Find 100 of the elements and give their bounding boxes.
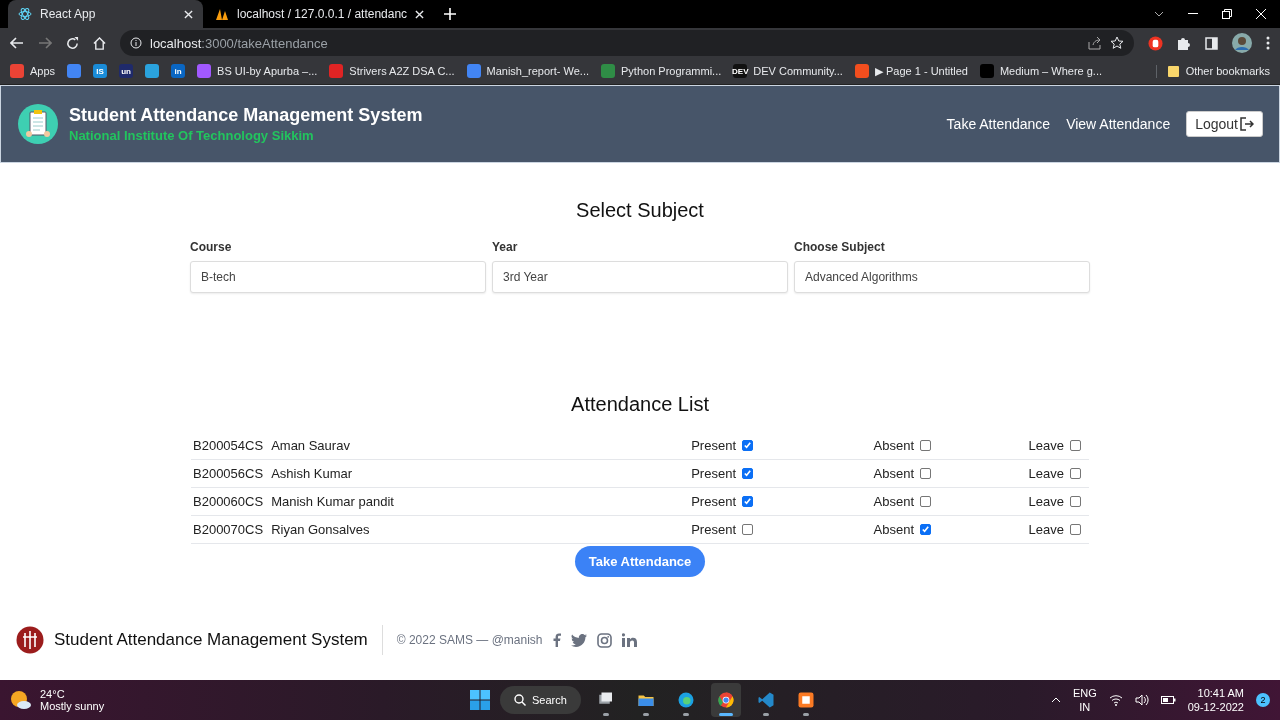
browser-tab[interactable]: React App [8, 0, 203, 28]
checkbox[interactable] [1070, 468, 1081, 479]
search-icon [514, 694, 526, 706]
option-label: Leave [1028, 438, 1064, 453]
checkbox[interactable] [920, 440, 931, 451]
language-indicator[interactable]: ENG IN [1072, 686, 1097, 714]
bookmark[interactable]: Strivers A2Z DSA C... [329, 64, 455, 78]
student-name: Aman Saurav [271, 438, 350, 453]
option-label: Present [691, 466, 736, 481]
checkbox[interactable] [920, 468, 931, 479]
emblem-icon [16, 626, 44, 654]
option-label: Leave [1028, 522, 1064, 537]
logout-button[interactable]: Logout [1186, 111, 1263, 137]
option-label: Present [691, 494, 736, 509]
section-heading: Select Subject [576, 199, 704, 222]
notification-badge[interactable]: 2 [1256, 693, 1270, 707]
address-bar[interactable]: localhost:3000/takeAttendance [120, 30, 1134, 56]
option-label: Leave [1028, 494, 1064, 509]
back-icon[interactable] [10, 37, 24, 49]
close-icon[interactable] [184, 9, 193, 19]
checkbox[interactable] [742, 440, 753, 451]
weather-widget[interactable]: 24°C Mostly sunny [10, 688, 105, 712]
bookmark-icon[interactable] [67, 64, 82, 78]
app-title: Student Attendance Management System [69, 105, 423, 126]
share-icon[interactable] [1088, 36, 1102, 50]
new-tab-icon[interactable] [444, 8, 457, 20]
weather-condition: Mostly sunny [40, 700, 105, 712]
copyright-text: © 2022 SAMS — @manish [396, 633, 543, 647]
checkbox[interactable] [1070, 524, 1081, 535]
search-button[interactable]: Search [500, 686, 581, 714]
favicon-icon: DEV [733, 64, 748, 78]
roll-number: B200054CS [193, 438, 264, 453]
clipboard-icon [17, 103, 59, 145]
twitter-icon[interactable] [570, 633, 587, 647]
browser-tab[interactable]: localhost / 127.0.0.1 / attendanc [205, 0, 435, 28]
facebook-icon[interactable] [552, 633, 561, 647]
take-attendance-button[interactable]: Take Attendance [574, 546, 706, 577]
bookmark-icon[interactable]: IS [93, 64, 108, 78]
bookmark-icon[interactable] [145, 64, 160, 78]
option-label: Present [691, 522, 736, 537]
roll-number: B200056CS [193, 466, 264, 481]
checkbox[interactable] [742, 496, 753, 507]
roll-number: B200070CS [193, 522, 264, 537]
logout-icon [1240, 117, 1254, 131]
bookmark[interactable]: Python Programmi... [601, 64, 722, 78]
star-icon[interactable] [1110, 36, 1124, 50]
speaker-icon[interactable] [1134, 694, 1149, 706]
chevron-down-icon[interactable] [1154, 11, 1164, 17]
clock[interactable]: 10:41 AM 09-12-2022 [1187, 686, 1244, 714]
field-label: Year [492, 240, 519, 254]
folder-icon [1166, 64, 1180, 78]
input-field[interactable]: B-tech [190, 261, 486, 293]
input-field[interactable]: 3rd Year [492, 261, 788, 293]
linkedin-icon[interactable] [621, 633, 637, 647]
close-icon[interactable] [415, 9, 425, 19]
checkbox[interactable] [1070, 496, 1081, 507]
bookmark[interactable]: Manish_report- We... [466, 64, 589, 78]
puzzle-icon[interactable] [1177, 36, 1191, 50]
student-name: Ashish Kumar [271, 466, 353, 481]
atom-icon [18, 7, 32, 21]
bookmark-icon[interactable]: un [119, 64, 134, 78]
reload-icon[interactable] [66, 36, 79, 50]
field-label: Course [190, 240, 233, 254]
bookmark[interactable]: BS UI-by Apurba –... [197, 64, 318, 78]
option-label: Absent [873, 494, 914, 509]
sun-cloud-icon [10, 690, 32, 710]
checkbox[interactable] [920, 524, 931, 535]
forward-icon[interactable] [38, 37, 52, 49]
start-icon[interactable] [470, 690, 490, 710]
info-icon [130, 37, 142, 49]
bookmark[interactable]: DEV DEV Community... [733, 64, 843, 78]
checkbox[interactable] [1070, 440, 1081, 451]
input-field[interactable]: Advanced Algorithms [794, 261, 1090, 293]
nav-link[interactable]: Take Attendance [946, 116, 1051, 132]
student-name: Manish Kumar pandit [271, 494, 394, 509]
bookmark-icon[interactable]: in [171, 64, 186, 78]
checkbox[interactable] [742, 524, 753, 535]
section-heading: Attendance List [571, 393, 709, 416]
side-panel-icon[interactable] [1205, 36, 1218, 50]
home-icon[interactable] [93, 36, 106, 50]
bookmark[interactable]: Other bookmarks [1155, 64, 1270, 78]
battery-icon[interactable] [1160, 695, 1176, 705]
chevron-up-icon[interactable] [1050, 697, 1061, 703]
instagram-icon[interactable] [596, 632, 612, 648]
avatar-icon[interactable] [1232, 33, 1252, 53]
bookmark[interactable]: Apps [10, 64, 56, 78]
checkbox[interactable] [920, 496, 931, 507]
checkbox[interactable] [742, 468, 753, 479]
more-icon[interactable] [1266, 36, 1270, 50]
bookmark[interactable]: ▶ Page 1 - Untitled [854, 64, 968, 78]
option-label: Present [691, 438, 736, 453]
nav-link[interactable]: View Attendance [1066, 116, 1171, 132]
sail-icon [215, 7, 229, 21]
maximize-icon[interactable] [1222, 9, 1232, 19]
minimize-icon[interactable] [1188, 13, 1198, 15]
wifi-icon[interactable] [1108, 694, 1123, 706]
temperature: 24°C [40, 688, 66, 700]
roll-number: B200060CS [193, 494, 264, 509]
taskbar-app[interactable] [710, 683, 741, 717]
bookmark[interactable]: Medium – Where g... [979, 64, 1103, 78]
